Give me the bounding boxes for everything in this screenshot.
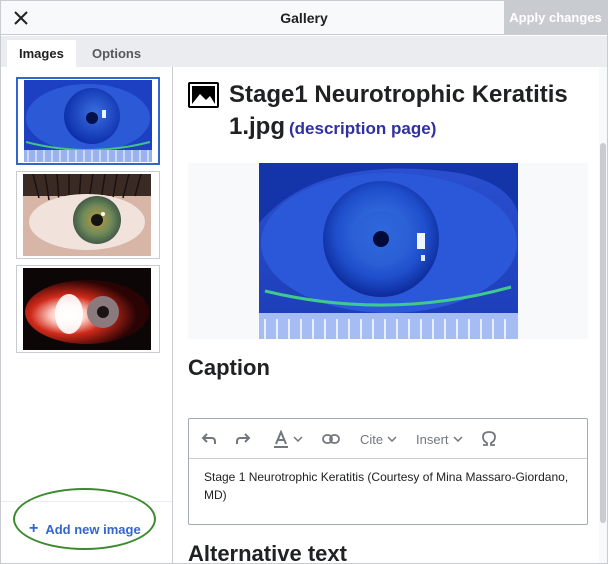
redo-button[interactable] <box>235 419 251 459</box>
caption-text[interactable]: Stage 1 Neurotrophic Keratitis (Courtesy… <box>189 459 587 513</box>
link-icon <box>322 434 340 444</box>
thumbnail-hazel-eye[interactable] <box>16 171 160 259</box>
main-scrollbar[interactable] <box>599 67 607 563</box>
insert-menu[interactable]: Insert <box>416 419 463 459</box>
add-image-area: + Add new image <box>1 501 172 563</box>
undo-icon <box>201 433 216 444</box>
image-icon <box>188 82 219 108</box>
add-new-image-label: Add new image <box>45 521 141 537</box>
close-button[interactable] <box>7 4 35 32</box>
thumbnail-blue-eye[interactable] <box>16 77 160 165</box>
editor-toolbar: Cite Insert <box>189 419 587 459</box>
plus-icon: + <box>29 520 39 537</box>
add-new-image-button[interactable]: + Add new image <box>29 520 141 538</box>
image-title-line1: Stage1 Neurotrophic Keratitis <box>229 81 568 108</box>
image-list-sidebar: + Add new image <box>1 67 173 563</box>
cite-label: Cite <box>360 431 384 447</box>
alternative-text-heading: Alternative text <box>188 541 347 564</box>
thumbnail-red-eye[interactable] <box>16 265 160 353</box>
text-style-icon <box>274 430 288 448</box>
image-preview <box>188 163 588 339</box>
image-title: Stage1 Neurotrophic Keratitis 1.jpg (desc… <box>188 80 588 146</box>
special-character-button[interactable] <box>481 419 497 459</box>
caption-heading: Caption <box>188 355 270 380</box>
cite-menu[interactable]: Cite <box>360 419 397 459</box>
thumbnail-image <box>23 174 151 256</box>
chevron-down-icon <box>452 436 463 442</box>
chevron-down-icon <box>293 436 303 442</box>
apply-changes-button[interactable]: Apply changes <box>504 1 607 35</box>
caption-editor[interactable]: Cite Insert Stage 1 Neurotrophic Keratit… <box>188 418 588 525</box>
dialog-header: Gallery Apply changes <box>1 1 607 35</box>
gallery-dialog: Gallery Apply changes Images Options + A… <box>0 0 608 564</box>
link-button[interactable] <box>322 419 340 459</box>
insert-label: Insert <box>416 431 449 447</box>
text-style-menu[interactable] <box>273 419 303 459</box>
close-icon <box>14 11 28 25</box>
preview-image <box>259 163 518 339</box>
thumbnail-image <box>24 80 152 162</box>
omega-icon <box>482 431 496 446</box>
image-details-panel: Stage1 Neurotrophic Keratitis 1.jpg (desc… <box>173 67 599 564</box>
tab-images[interactable]: Images <box>7 40 76 67</box>
image-title-line2: 1.jpg <box>229 113 286 140</box>
chevron-down-icon <box>387 436 397 442</box>
redo-icon <box>236 433 251 444</box>
tab-bar: Images Options <box>1 36 607 67</box>
tab-options[interactable]: Options <box>80 40 153 67</box>
undo-button[interactable] <box>201 419 217 459</box>
scrollbar-thumb[interactable] <box>600 143 606 523</box>
description-page-link[interactable]: (description page) <box>289 119 436 138</box>
thumbnail-image <box>23 268 151 350</box>
